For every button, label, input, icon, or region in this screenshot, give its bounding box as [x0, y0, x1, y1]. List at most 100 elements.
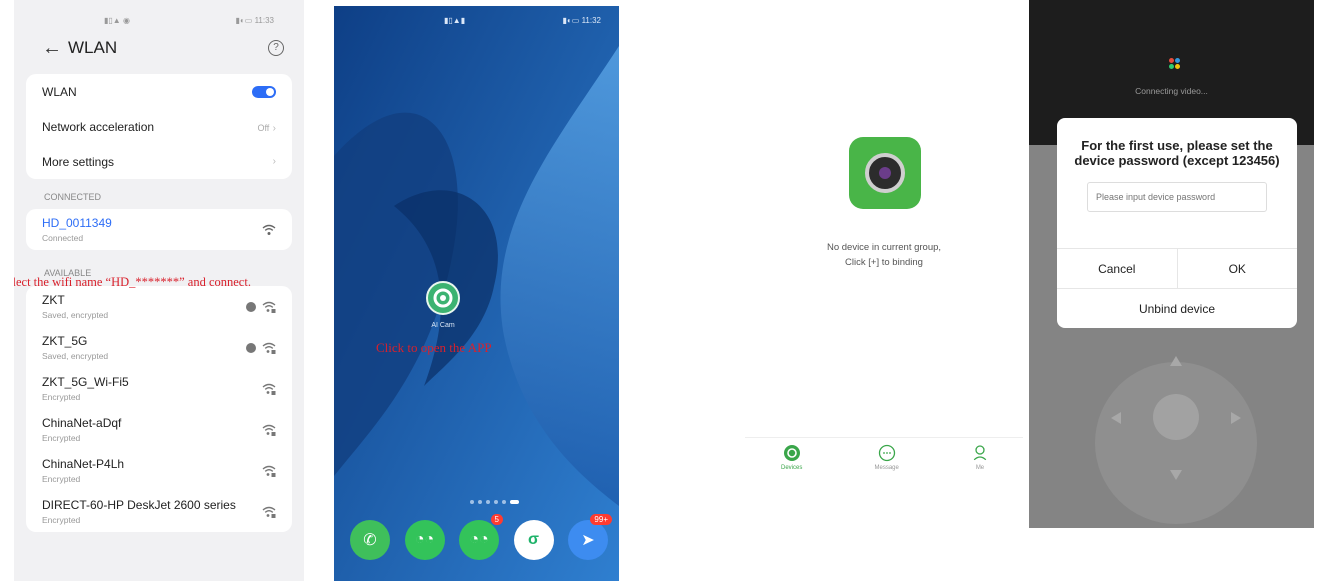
- empty-state-line2: Click [+] to binding: [845, 257, 923, 268]
- page-indicator: [470, 500, 519, 504]
- wifi-network-name: ChinaNet-P4Lh: [42, 457, 125, 471]
- wifi-network-row[interactable]: ZKT Saved, encrypted: [26, 286, 292, 327]
- tab-message[interactable]: Message: [874, 438, 899, 477]
- wechat-app-icon[interactable]: ◔◔: [404, 520, 445, 560]
- dialog-buttons: Cancel OK: [1057, 248, 1297, 289]
- wifi-icon: [262, 224, 276, 235]
- wifi-network-status: Encrypted: [42, 392, 81, 402]
- wifi-locked-icon: [262, 465, 276, 477]
- wifi-network-name: ZKT: [42, 293, 65, 307]
- wlan-settings-screen: ▮▯▲ ◉ ▮◐▭ 11:33 ← WLAN ? WLAN Network ac…: [14, 0, 304, 581]
- connecting-text: Connecting video...: [1135, 86, 1208, 96]
- connected-network-row[interactable]: HD_0011349 Connected: [26, 209, 292, 250]
- wifi-network-name: ChinaNet-aDqf: [42, 416, 122, 430]
- saved-network-icon: [246, 342, 256, 353]
- arrow-right-icon[interactable]: [1231, 412, 1241, 424]
- tab-label: Me: [975, 465, 985, 471]
- loading-spinner-icon: [1169, 58, 1181, 70]
- empty-state-line1: No device in current group,: [826, 242, 942, 253]
- connected-network-name: HD_0011349: [42, 216, 112, 230]
- wallpaper: [334, 6, 619, 581]
- arrow-down-icon[interactable]: [1170, 470, 1182, 480]
- tab-devices[interactable]: Devices: [781, 438, 802, 477]
- network-acceleration-label: Network acceleration: [42, 119, 155, 134]
- available-networks-card: ZKT Saved, encrypted ZKT_5G Saved, encrypte…: [26, 286, 292, 532]
- browser-app-icon[interactable]: σ: [513, 520, 554, 560]
- message-icon: [878, 444, 895, 462]
- wifi-network-status: Saved, encrypted: [42, 351, 109, 361]
- ok-button[interactable]: OK: [1178, 249, 1298, 289]
- wlan-toggle-row[interactable]: WLAN: [26, 74, 292, 109]
- wifi-locked-icon: [262, 383, 276, 395]
- wifi-network-status: Encrypted: [42, 474, 81, 484]
- wifi-network-row[interactable]: ChinaNet-P4Lh Encrypted: [26, 450, 292, 491]
- connected-network-status: Connected: [42, 233, 84, 243]
- status-bar: ▮▯▲▮ ▮◐▭ 11:32: [334, 16, 619, 25]
- tab-me[interactable]: Me: [971, 438, 989, 477]
- bottom-tab-bar: Devices Message Me: [745, 437, 1023, 477]
- phone-app-icon[interactable]: ✆: [350, 520, 390, 560]
- connected-header: CONNECTED: [44, 192, 102, 202]
- status-right: ▮◐▭ 11:33: [235, 16, 274, 25]
- connected-card: HD_0011349 Connected: [26, 209, 292, 250]
- cancel-button[interactable]: Cancel: [1057, 249, 1178, 289]
- chevron-right-icon: ›: [272, 122, 276, 134]
- arrow-up-icon[interactable]: [1170, 356, 1182, 366]
- wlan-label: WLAN: [42, 84, 77, 99]
- wifi-network-name: ZKT_5G_Wi-Fi5: [42, 375, 129, 389]
- app-device-list-screen: No device in current group, Click [+] to…: [745, 0, 1023, 581]
- notification-badge: 99+: [590, 514, 612, 525]
- wifi-network-name: ZKT_5G: [42, 334, 88, 348]
- wlan-header: ← WLAN ?: [14, 28, 304, 68]
- instruction-text-wifi: Select the wifi name “HD_*******” and co…: [14, 275, 251, 289]
- camera-app-logo-icon: [849, 137, 921, 209]
- ptz-direction-pad[interactable]: [1095, 356, 1257, 524]
- wifi-network-status: Encrypted: [42, 515, 81, 525]
- help-icon[interactable]: ?: [268, 40, 284, 56]
- more-settings-label: More settings: [42, 154, 115, 169]
- wifi-network-status: Saved, encrypted: [42, 310, 109, 320]
- device-password-input[interactable]: [1087, 182, 1267, 212]
- network-acceleration-value: Off: [257, 122, 270, 133]
- arrow-left-icon[interactable]: [1111, 412, 1121, 424]
- ptz-center-button[interactable]: [1153, 394, 1199, 440]
- wlan-settings-card: WLAN Network acceleration Off › More set…: [26, 74, 292, 179]
- tab-label: Message: [874, 465, 899, 471]
- wifi-locked-icon: [262, 342, 276, 354]
- instruction-text-open-app: Click to open the APP: [376, 340, 492, 355]
- chevron-right-icon: ›: [272, 156, 276, 167]
- wifi-network-name: DIRECT-60-HP DeskJet 2600 series: [42, 498, 236, 512]
- wechat-work-app-icon[interactable]: ◔◔ 5: [459, 514, 503, 560]
- notification-badge: 5: [490, 514, 503, 525]
- dialog-title: For the first use, please set the device…: [1074, 138, 1280, 168]
- wifi-network-row[interactable]: ZKT_5G_Wi-Fi5 Encrypted: [26, 368, 292, 409]
- status-right: ▮◐▭ 11:32: [562, 16, 601, 25]
- unbind-device-button[interactable]: Unbind device: [1057, 288, 1297, 328]
- wifi-locked-icon: [262, 506, 276, 518]
- wlan-toggle[interactable]: [252, 85, 276, 98]
- network-acceleration-row[interactable]: Network acceleration Off ›: [26, 109, 292, 144]
- more-settings-row[interactable]: More settings ›: [26, 144, 292, 179]
- status-left: ▮▯▲ ◉: [104, 16, 130, 25]
- devices-icon: [783, 445, 800, 461]
- ai-cam-app-icon[interactable]: [426, 281, 460, 315]
- dock: ✆ ◔◔ ◔◔ 5 σ ➤ 99+: [350, 514, 612, 560]
- wifi-locked-icon: [262, 301, 276, 313]
- wifi-network-status: Encrypted: [42, 433, 81, 443]
- status-bar: ▮▯▲ ◉ ▮◐▭ 11:33: [14, 0, 304, 28]
- wifi-network-row[interactable]: DIRECT-60-HP DeskJet 2600 series Encrypte…: [26, 491, 292, 532]
- page-title: WLAN: [68, 38, 118, 57]
- app-label: AI Cam: [431, 322, 455, 329]
- saved-network-icon: [246, 301, 256, 312]
- device-password-screen: Connecting video... For the first use, p…: [1029, 0, 1314, 528]
- wifi-network-row[interactable]: ZKT_5G Saved, encrypted: [26, 327, 292, 368]
- dingtalk-app-icon[interactable]: ➤ 99+: [568, 514, 612, 560]
- back-arrow-icon[interactable]: ←: [42, 37, 68, 60]
- password-dialog: For the first use, please set the device…: [1057, 118, 1297, 328]
- wifi-network-row[interactable]: ChinaNet-aDqf Encrypted: [26, 409, 292, 450]
- camera-app-icon: [433, 288, 453, 308]
- profile-icon: [972, 445, 988, 462]
- status-left: ▮▯▲▮: [444, 16, 466, 25]
- tab-label: Devices: [781, 465, 803, 471]
- home-screen: ▮▯▲▮ ▮◐▭ 11:32 AI Cam Click to open the …: [334, 6, 619, 581]
